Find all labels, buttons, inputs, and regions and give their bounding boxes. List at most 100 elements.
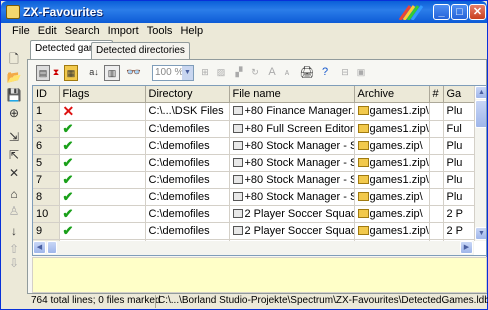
menu-edit[interactable]: Edit: [34, 24, 61, 38]
db-icon[interactable]: ▤: [36, 65, 50, 81]
h-scroll-thumb[interactable]: [47, 241, 57, 254]
games-panel: ▤ ⧗ ▦ a↓ ▥ 👓 100 % ▼ ⊞ ▨ ▞ ↻ A ᴀ 🖨 ? ⊟ ▣ …: [27, 59, 487, 294]
file-name-text: +80 Stock Manager - Side 1.tzx: [244, 139, 354, 152]
table-row[interactable]: 1✕ C:\...\DSK Files +80 Finance Manager.tz…: [33, 102, 486, 121]
scroll-down-icon[interactable]: ▼: [475, 227, 486, 240]
import-icon[interactable]: ⇲: [4, 129, 24, 145]
col-count[interactable]: #: [429, 86, 444, 103]
sort-icon[interactable]: ↓: [4, 223, 24, 239]
zip-archive-icon: [357, 157, 369, 167]
layout-icon[interactable]: ⊟: [338, 65, 352, 81]
tab-detected-directories[interactable]: Detected directories: [91, 42, 190, 59]
cell-directory: C:\...\DSK Files: [145, 102, 230, 121]
horizontal-scrollbar[interactable]: ◀ ▶: [33, 241, 474, 255]
cell-id: 1: [33, 102, 60, 121]
col-archive[interactable]: Archive: [354, 86, 430, 103]
home-icon[interactable]: ⌂: [4, 186, 24, 202]
vertical-scrollbar[interactable]: ▲ ▼: [474, 86, 486, 241]
tape-file-icon: [232, 157, 243, 167]
zip-archive-icon: [357, 106, 369, 115]
table-row[interactable]: 7✔ C:\demofiles +80 Stock Manager - Side 2…: [33, 171, 486, 189]
font-size-icon[interactable]: ᴀ: [280, 65, 294, 81]
error-flag-icon: ✕: [62, 102, 75, 119]
menu-file[interactable]: File: [8, 24, 34, 38]
scroll-up-icon[interactable]: ▲: [475, 86, 486, 99]
maximize-button[interactable]: □: [451, 4, 468, 20]
title-bar[interactable]: ZX-Favourites _ □ ✕: [1, 1, 487, 23]
arrow-down-icon[interactable]: ⇩: [4, 255, 24, 271]
preview-icon[interactable]: 🖨: [298, 65, 316, 81]
cell-directory: C:\demofiles: [145, 120, 230, 138]
app-window: ZX-Favourites _ □ ✕ File Edit Search Import…: [0, 0, 488, 310]
new-file-icon[interactable]: 🗋: [4, 51, 24, 67]
table-row[interactable]: 3✔ C:\demofiles +80 Full Screen Editor - A…: [33, 120, 486, 138]
archive-text: games1.zip\: [369, 122, 429, 135]
table-row[interactable]: 6✔ C:\demofiles +80 Stock Manager - Side 1…: [33, 137, 486, 155]
find-icon[interactable]: 👓: [126, 65, 141, 81]
minimize-button[interactable]: _: [433, 4, 450, 20]
fit-icon[interactable]: ⊞: [198, 65, 212, 81]
col-file-name[interactable]: File name: [229, 86, 355, 103]
table-row[interactable]: 8✔ C:\demofiles +80 Stock Manager - Side 2…: [33, 188, 486, 206]
filter-icon[interactable]: ⧗: [52, 65, 60, 81]
col-directory[interactable]: Directory: [145, 86, 230, 103]
pattern-icon[interactable]: ▨: [214, 65, 228, 81]
cell-archive: games1.zip\: [354, 222, 430, 240]
scan-icon[interactable]: ⊕: [4, 105, 24, 121]
app-icon: [6, 5, 20, 19]
status-lines: 764 total lines; 0 files marked: [31, 295, 161, 306]
scroll-left-icon[interactable]: ◀: [33, 241, 46, 254]
scroll-right-icon[interactable]: ▶: [460, 241, 473, 254]
cell-directory: C:\demofiles: [145, 154, 230, 172]
menu-import[interactable]: Import: [104, 24, 143, 38]
zoom-select[interactable]: 100 % ▼: [152, 65, 194, 81]
rotate-icon[interactable]: ↻: [248, 65, 262, 81]
scroll-thumb[interactable]: [475, 100, 486, 128]
table-row[interactable]: 10✔ C:\demofiles 2 Player Soccer Squad.tzx…: [33, 205, 486, 223]
cell-id: 6: [33, 137, 60, 155]
export-icon[interactable]: ⇱: [4, 147, 24, 163]
tape-file-icon: [232, 208, 243, 218]
table-row[interactable]: 9✔ C:\demofiles 2 Player Soccer Squad.tzx g…: [33, 222, 486, 240]
ok-flag-icon: ✔: [62, 205, 74, 221]
screen-icon[interactable]: ▞: [232, 65, 246, 81]
cell-archive: games.zip\: [354, 205, 430, 223]
close-button[interactable]: ✕: [469, 4, 486, 20]
delete-icon[interactable]: ✕: [4, 165, 24, 181]
menu-search[interactable]: Search: [61, 24, 104, 38]
tab-strip: Detected games Detected directories: [30, 40, 488, 60]
cell-file-name: +80 Finance Manager.tzx: [229, 102, 355, 121]
open-folder-icon[interactable]: 📂: [4, 69, 24, 85]
help-icon[interactable]: ?: [318, 65, 332, 81]
cell-flag: ✕: [59, 102, 146, 121]
export-grid-icon[interactable]: ▣: [354, 65, 368, 81]
cell-archive: games1.zip\: [354, 171, 430, 189]
grid-view-icon[interactable]: ▦: [64, 65, 78, 81]
table-row[interactable]: 5✔ C:\demofiles +80 Stock Manager - Side 1…: [33, 154, 486, 172]
zoom-value: 100 %: [155, 67, 184, 78]
cell-flag: ✔: [59, 222, 146, 240]
window-title: ZX-Favourites: [23, 5, 104, 19]
tape-file-icon: [232, 191, 243, 201]
detail-panel: [32, 257, 487, 293]
menu-help[interactable]: Help: [176, 24, 207, 38]
cell-file-name: 2 Player Soccer Squad.tzx: [229, 222, 355, 240]
table-header: ID Flags Directory File name Archive # G…: [33, 86, 486, 103]
cell-count: [429, 102, 444, 121]
zip-archive-icon: [357, 174, 369, 184]
col-flags[interactable]: Flags: [59, 86, 146, 103]
sort-az-icon[interactable]: a↓: [86, 65, 102, 81]
cell-count: [429, 171, 444, 189]
save-icon[interactable]: 💾: [4, 87, 24, 103]
side-toolbar: 🗋 📂 💾 ⊕ ⇲ ⇱ ✕ ⌂ ♙ ↓ ⇧ ⇩: [1, 41, 27, 271]
cell-archive: games.zip\: [354, 137, 430, 155]
col-id[interactable]: ID: [33, 86, 60, 103]
cell-id: 10: [33, 205, 60, 223]
file-name-text: +80 Stock Manager - Side 1.tzx: [244, 156, 354, 169]
font-icon[interactable]: A: [266, 65, 278, 81]
lock-icon[interactable]: ♙: [4, 203, 24, 219]
column-icon[interactable]: ▥: [104, 65, 120, 81]
archive-text: games1.zip\: [369, 156, 429, 169]
menu-tools[interactable]: Tools: [143, 24, 177, 38]
cell-flag: ✔: [59, 154, 146, 172]
